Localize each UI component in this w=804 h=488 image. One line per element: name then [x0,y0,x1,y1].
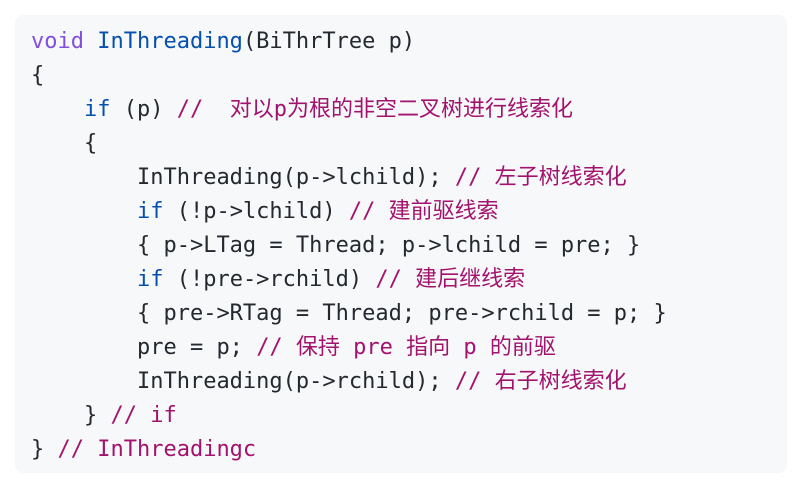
code-token-plain: pre = p; [136,335,257,360]
code-token-plain: { [83,131,98,156]
code-token-plain: } [83,403,111,428]
code-token-comment: // 建前驱线索 [348,199,499,224]
code-line: if (!pre->rchild) // 建后继线索 [31,263,787,297]
code-token-comment: // if [110,403,177,428]
code-line: InThreading(p->lchild); // 左子树线索化 [31,161,787,195]
code-token-comment: // 建后继线索 [375,267,526,292]
code-line: InThreading(p->rchild); // 右子树线索化 [31,365,787,399]
code-line: void InThreading(BiThrTree p) [31,25,787,59]
code-line: { p->LTag = Thread; p->lchild = pre; } [31,229,787,263]
code-token-comment: // 左子树线索化 [454,165,627,190]
code-token-plain: (BiThrTree p) [242,29,416,54]
code-token-comment: // 保持 pre 指向 p 的前驱 [256,335,556,360]
code-token-plain: { p->LTag = Thread; p->lchild = pre; } [136,233,641,258]
code-token-plain: InThreading(p->rchild); [136,369,455,394]
code-token-plain: (!p->lchild) [163,199,349,224]
code-line: if (p) // 对以p为根的非空二叉树进行线索化 [31,93,787,127]
code-token-plain: InThreading(p->lchild); [136,165,455,190]
code-token-kw-void: void [31,29,84,54]
code-token-plain: (!pre->rchild) [163,267,376,292]
code-token-fn-name: InThreading [97,29,243,54]
code-token-plain: { [31,63,45,88]
code-token-comment: // 右子树线索化 [454,369,627,394]
code-line: } // if [31,399,787,433]
code-line: { [31,127,787,161]
code-token-plain: } [31,437,58,462]
code-token-kw: if [136,267,164,292]
code-line: } // InThreadingc [31,433,787,467]
code-token-comment: // InThreadingc [57,437,257,462]
code-block: void InThreading(BiThrTree p) { if (p) //… [15,15,787,473]
code-line: { [31,59,787,93]
code-token-plain: (p) [110,97,177,122]
code-token-plain: { pre->RTag = Thread; pre->rchild = p; } [136,301,667,326]
code-token-kw: if [136,199,164,224]
code-line: if (!p->lchild) // 建前驱线索 [31,195,787,229]
code-line: { pre->RTag = Thread; pre->rchild = p; } [31,297,787,331]
code-line: pre = p; // 保持 pre 指向 p 的前驱 [31,331,787,365]
code-token-kw: if [83,97,111,122]
code-token-comment: // 对以p为根的非空二叉树进行线索化 [176,97,573,122]
